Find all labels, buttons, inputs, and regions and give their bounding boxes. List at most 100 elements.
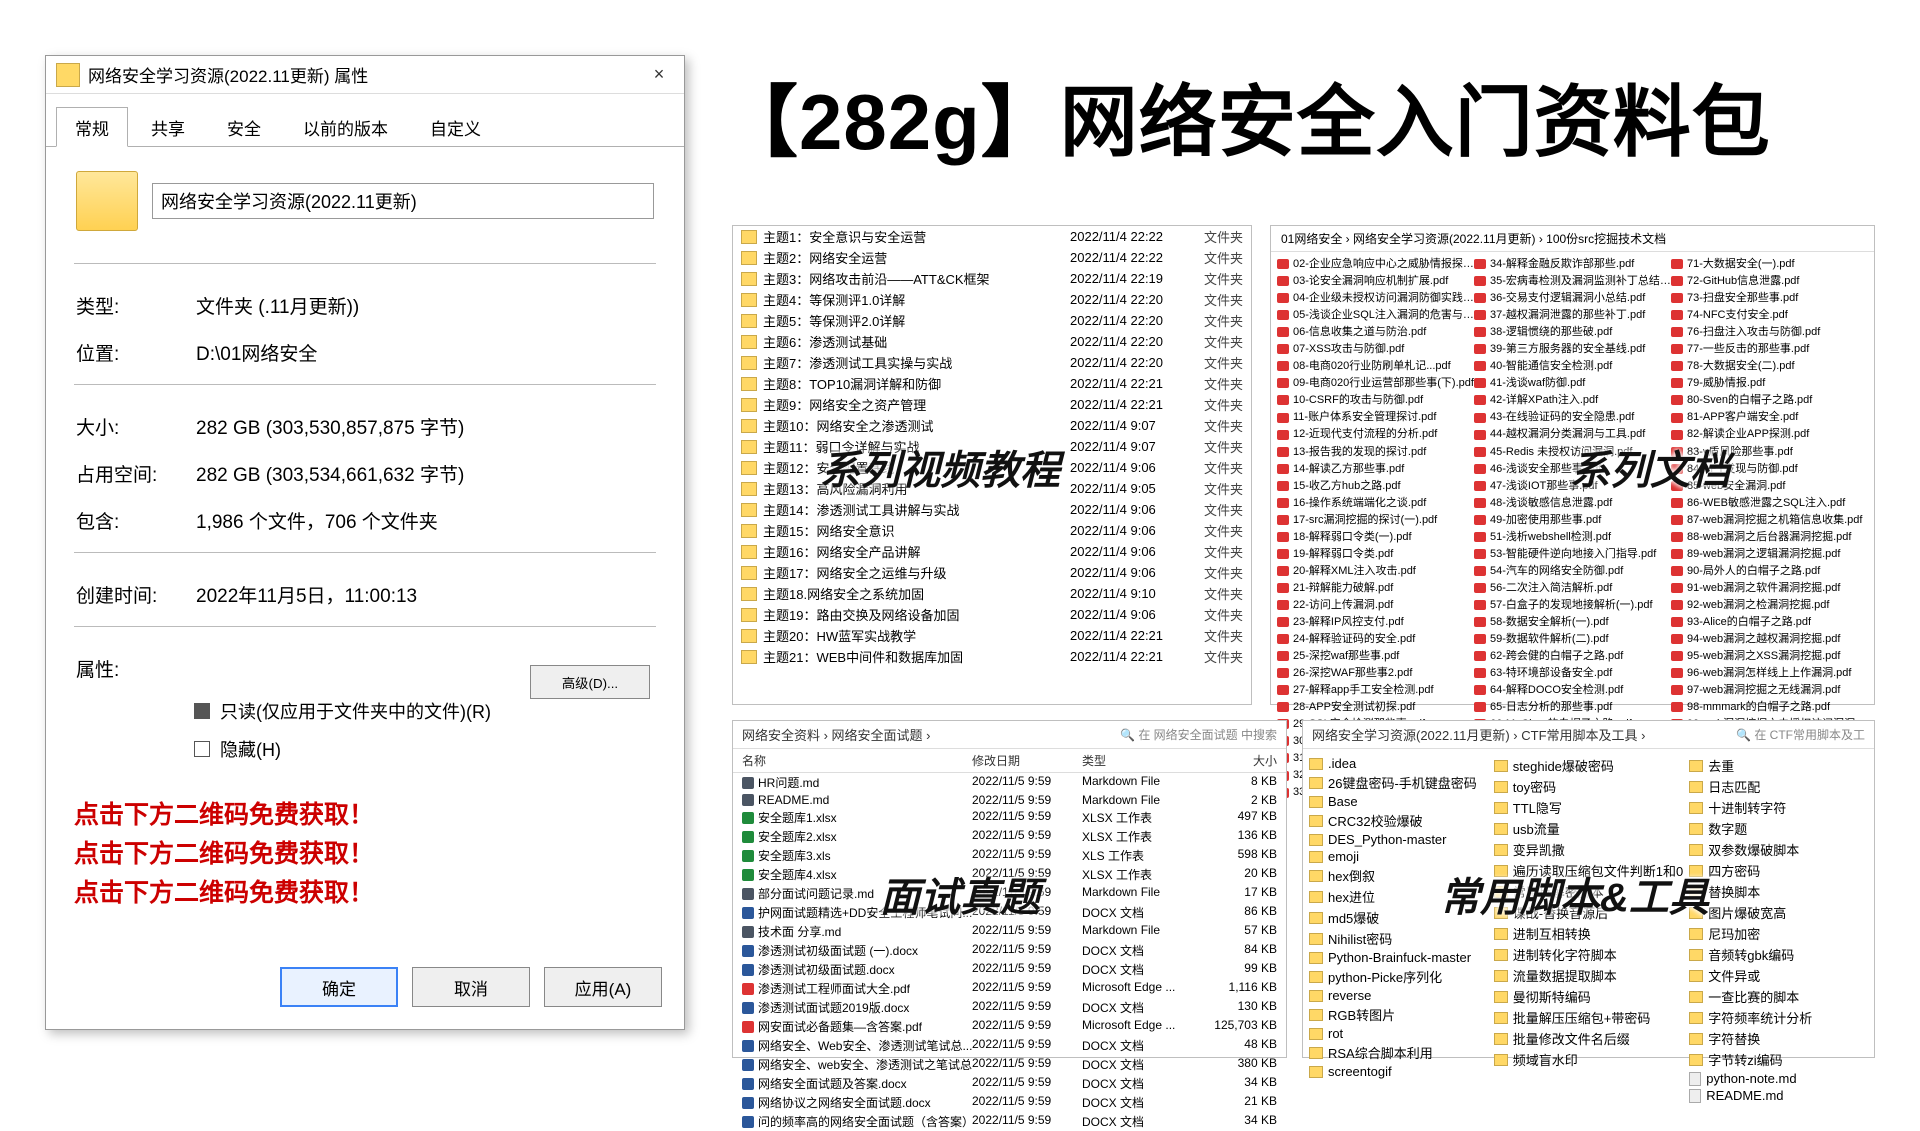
list-item[interactable]: 主题9：网络安全之资产管理2022/11/4 22:21文件夹 — [733, 394, 1251, 415]
table-row[interactable]: 网络安全面试题及答案.docx2022/11/5 9:59DOCX 文档34 K… — [733, 1074, 1286, 1093]
list-item[interactable]: DES_Python-master — [1309, 831, 1488, 848]
pdf-item[interactable]: 38-逻辑惯绕的那些破.pdf — [1474, 324, 1671, 341]
list-item[interactable]: 批量解压压缩包+带密码 — [1494, 1007, 1683, 1028]
pdf-item[interactable]: 43-在线验证码的安全隐患.pdf — [1474, 409, 1671, 426]
list-item[interactable]: README.md — [1689, 1087, 1868, 1104]
pdf-item[interactable]: 40-智能通信安全检测.pdf — [1474, 358, 1671, 375]
pdf-item[interactable]: 17-src漏洞挖掘的探讨(一).pdf — [1277, 512, 1474, 529]
list-item[interactable]: md5爆破 — [1309, 907, 1488, 928]
pdf-item[interactable]: 92-web漏洞之检漏洞挖掘.pdf — [1671, 597, 1868, 614]
list-item[interactable]: TTL隐写 — [1494, 797, 1683, 818]
list-item[interactable]: steghide爆破密码 — [1494, 755, 1683, 776]
list-item[interactable]: 进制互相转换 — [1494, 923, 1683, 944]
pdf-item[interactable]: 03-论安全漏洞响应机制扩展.pdf — [1277, 273, 1474, 290]
pdf-item[interactable]: 64-解释DOCO安全检测.pdf — [1474, 682, 1671, 699]
pdf-item[interactable]: 37-越权漏洞泄露的那些补丁.pdf — [1474, 307, 1671, 324]
pdf-item[interactable]: 62-跨会健的白帽子之路.pdf — [1474, 648, 1671, 665]
list-item[interactable]: 主题18.网络安全之系统加固2022/11/4 9:10文件夹 — [733, 583, 1251, 604]
list-item[interactable]: 主题8：TOP10漏洞详解和防御2022/11/4 22:21文件夹 — [733, 373, 1251, 394]
pdf-item[interactable]: 08-电商020行业防刷单札记...pdf — [1277, 358, 1474, 375]
list-item[interactable]: 主题2：网络安全运营2022/11/4 22:22文件夹 — [733, 247, 1251, 268]
table-row[interactable]: 安全题库1.xlsx2022/11/5 9:59XLSX 工作表497 KB — [733, 808, 1286, 827]
pdf-item[interactable]: 80-Sven的白帽子之路.pdf — [1671, 392, 1868, 409]
list-item[interactable]: 主题13：高风险漏洞利用2022/11/4 9:05文件夹 — [733, 478, 1251, 499]
pdf-item[interactable]: 24-解释验证码的安全.pdf — [1277, 631, 1474, 648]
list-item[interactable]: 主题10：网络安全之渗透测试2022/11/4 9:07文件夹 — [733, 415, 1251, 436]
pdf-item[interactable]: 20-解释XML注入攻击.pdf — [1277, 563, 1474, 580]
list-item[interactable]: 主题12：安全配置基线2022/11/4 9:06文件夹 — [733, 457, 1251, 478]
pdf-item[interactable]: 06-信息收集之道与防治.pdf — [1277, 324, 1474, 341]
pdf-item[interactable]: 74-NFC支付安全.pdf — [1671, 307, 1868, 324]
apply-button[interactable]: 应用(A) — [544, 967, 662, 1007]
list-item[interactable]: 主题6：渗透测试基础2022/11/4 22:20文件夹 — [733, 331, 1251, 352]
list-item[interactable]: 主题21：WEB中间件和数据库加固2022/11/4 22:21文件夹 — [733, 646, 1251, 667]
list-item[interactable]: 26键盘密码-手机键盘密码 — [1309, 772, 1488, 793]
pdf-item[interactable]: 72-GitHub信息泄露.pdf — [1671, 273, 1868, 290]
readonly-checkbox[interactable] — [194, 703, 210, 719]
pdf-item[interactable]: 58-数据安全解析(一).pdf — [1474, 614, 1671, 631]
pdf-item[interactable]: 14-解读乙方那些事.pdf — [1277, 461, 1474, 478]
pdf-item[interactable]: 53-智能硬件逆向地接入门指导.pdf — [1474, 546, 1671, 563]
table-row[interactable]: 渗透测试初级面试题.docx2022/11/5 9:59DOCX 文档99 KB — [733, 960, 1286, 979]
tools-breadcrumb[interactable]: 网络安全学习资源(2022.11月更新) › CTF常用脚本及工具 › — [1312, 725, 1645, 744]
pdf-item[interactable]: 83-v盾风险那些事.pdf — [1671, 444, 1868, 461]
list-item[interactable]: 曼彻斯特编码 — [1494, 986, 1683, 1007]
pdf-item[interactable]: 41-浅谈waf防御.pdf — [1474, 375, 1671, 392]
pdf-item[interactable]: 77-一些反击的那些事.pdf — [1671, 341, 1868, 358]
pdf-item[interactable]: 95-web漏洞之XSS漏洞挖掘.pdf — [1671, 648, 1868, 665]
tab-3[interactable]: 以前的版本 — [284, 107, 407, 147]
list-item[interactable]: .idea — [1309, 755, 1488, 772]
table-row[interactable]: 网安面试必备题集—含答案.pdf2022/11/5 9:59Microsoft … — [733, 1017, 1286, 1036]
table-row[interactable]: 问的频率高的网络安全面试题（含答案）...2022/11/5 9:59DOCX … — [733, 1112, 1286, 1131]
pdf-item[interactable]: 98-mmmark的白帽子之路.pdf — [1671, 699, 1868, 716]
table-row[interactable]: 护网面试题精选+DD安全工程师笔试问...2022/11/5 9:59DOCX … — [733, 903, 1286, 922]
pdf-breadcrumb[interactable]: 01网络安全 › 网络安全学习资源(2022.11月更新) › 100份src挖… — [1271, 226, 1874, 252]
pdf-item[interactable]: 04-企业级未授权访问漏洞防御实践.pdf — [1277, 290, 1474, 307]
dialog-titlebar[interactable]: 网络安全学习资源(2022.11更新) 属性 × — [46, 56, 684, 94]
list-item[interactable]: 主题19：路由交换及网络设备加固2022/11/4 9:06文件夹 — [733, 604, 1251, 625]
list-item[interactable]: hex进位 — [1309, 886, 1488, 907]
pdf-item[interactable]: 73-扫盘安全那些事.pdf — [1671, 290, 1868, 307]
pdf-item[interactable]: 90-局外人的白帽子之路.pdf — [1671, 563, 1868, 580]
files-breadcrumb[interactable]: 网络安全资料 › 网络安全面试题 › — [742, 725, 931, 744]
list-item[interactable]: Base — [1309, 793, 1488, 810]
list-item[interactable]: 图片爆破宽高 — [1689, 902, 1868, 923]
hidden-checkbox[interactable] — [194, 741, 210, 757]
pdf-item[interactable]: 19-解释弱口令类.pdf — [1277, 546, 1474, 563]
pdf-item[interactable]: 86-WEB敏感泄露之SQL注入.pdf — [1671, 495, 1868, 512]
pdf-item[interactable]: 46-浅谈安全那些事.pdf — [1474, 461, 1671, 478]
pdf-item[interactable]: 94-web漏洞之越权漏洞挖掘.pdf — [1671, 631, 1868, 648]
pdf-item[interactable]: 35-宏病毒检测及漏洞监测补丁总结.pdf — [1474, 273, 1671, 290]
list-item[interactable]: usb流量 — [1494, 818, 1683, 839]
list-item[interactable]: RGB转图片 — [1309, 1004, 1488, 1025]
table-row[interactable]: README.md2022/11/5 9:59Markdown File2 KB — [733, 792, 1286, 808]
pdf-item[interactable]: 34-解释金融反欺诈部那些.pdf — [1474, 256, 1671, 273]
pdf-item[interactable]: 85-web安全漏洞.pdf — [1671, 478, 1868, 495]
list-item[interactable]: RSA综合脚本利用 — [1309, 1042, 1488, 1063]
pdf-item[interactable]: 97-web漏洞挖掘之无线漏洞.pdf — [1671, 682, 1868, 699]
pdf-item[interactable]: 22-访问上传漏洞.pdf — [1277, 597, 1474, 614]
table-row[interactable]: 渗透测试工程师面试大全.pdf2022/11/5 9:59Microsoft E… — [733, 979, 1286, 998]
column-header[interactable]: 名称 — [742, 752, 972, 769]
list-item[interactable]: 一查比赛的脚本 — [1689, 986, 1868, 1007]
pdf-item[interactable]: 47-浅谈IOT那些事.pdf — [1474, 478, 1671, 495]
list-item[interactable]: 主题11：弱口令详解与实战2022/11/4 9:07文件夹 — [733, 436, 1251, 457]
tab-4[interactable]: 自定义 — [411, 107, 500, 147]
list-item[interactable]: 主题17：网络安全之运维与升级2022/11/4 9:06文件夹 — [733, 562, 1251, 583]
list-item[interactable]: 双参数爆破脚本 — [1689, 839, 1868, 860]
pdf-item[interactable]: 16-操作系统端端化之谈.pdf — [1277, 495, 1474, 512]
pdf-item[interactable]: 26-深挖WAF那些事2.pdf — [1277, 665, 1474, 682]
pdf-item[interactable]: 45-Redis 未授权访问漏洞.pdf — [1474, 444, 1671, 461]
pdf-item[interactable]: 25-深挖waf那些事.pdf — [1277, 648, 1474, 665]
tab-2[interactable]: 安全 — [208, 107, 280, 147]
pdf-item[interactable]: 18-解释弱口令类(一).pdf — [1277, 529, 1474, 546]
pdf-item[interactable]: 42-详解XPath注入.pdf — [1474, 392, 1671, 409]
pdf-item[interactable]: 05-浅谈企业SQL注入漏洞的危害与防御.pdf — [1277, 307, 1474, 324]
list-item[interactable]: hex倒叙 — [1309, 865, 1488, 886]
pdf-item[interactable]: 07-XSS攻击与防御.pdf — [1277, 341, 1474, 358]
pdf-item[interactable]: 93-Alice的白帽子之路.pdf — [1671, 614, 1868, 631]
table-row[interactable]: 安全题库4.xlsx2022/11/5 9:59XLSX 工作表20 KB — [733, 865, 1286, 884]
pdf-item[interactable]: 57-白盒子的发现地接解析(一).pdf — [1474, 597, 1671, 614]
list-item[interactable]: 主题3：网络攻击前沿——ATT&CK框架2022/11/4 22:19文件夹 — [733, 268, 1251, 289]
pdf-item[interactable]: 49-加密使用那些事.pdf — [1474, 512, 1671, 529]
